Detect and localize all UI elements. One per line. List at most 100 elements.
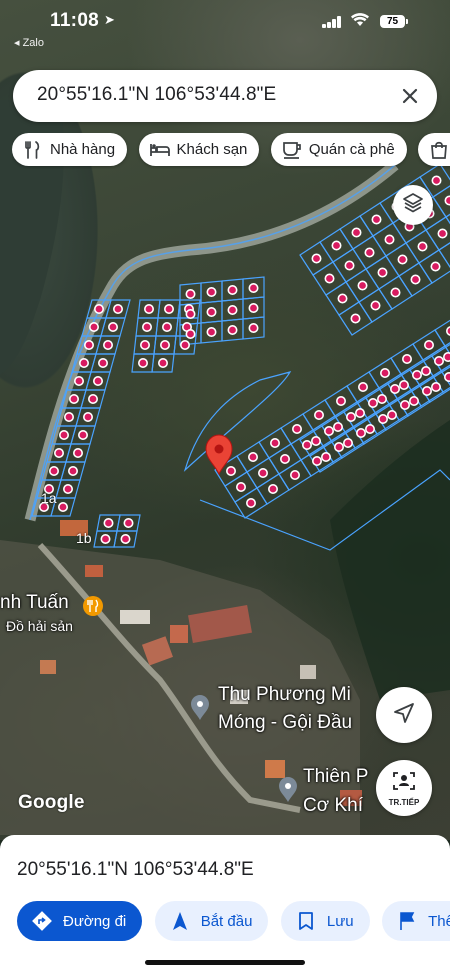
start-label: Bắt đầu xyxy=(200,912,253,930)
land-parcel-marker xyxy=(430,261,441,272)
layers-icon xyxy=(402,192,424,219)
land-parcel-marker xyxy=(206,306,217,317)
land-parcel-marker xyxy=(354,407,365,418)
land-parcel-marker xyxy=(227,284,238,295)
land-parcel-marker xyxy=(333,441,344,452)
chip-cafes[interactable]: Quán cà phê xyxy=(270,133,407,166)
land-parcel-marker xyxy=(342,437,353,448)
land-parcel-marker xyxy=(401,353,412,364)
place-label[interactable]: nh Tuấn xyxy=(0,592,69,614)
place-label[interactable]: Thu Phương Mi xyxy=(218,684,351,706)
category-chips: Nhà hàng Khách sạn Quán cà phê Mu xyxy=(12,133,450,169)
place-label-line2: Cơ Khí xyxy=(303,795,363,816)
land-parcel-marker xyxy=(57,501,68,512)
land-parcel-marker xyxy=(164,303,175,314)
land-parcel-marker xyxy=(420,365,431,376)
save-label: Lưu xyxy=(326,912,354,930)
land-parcel-marker xyxy=(103,339,114,350)
land-parcel-marker xyxy=(227,324,238,335)
street-view-button[interactable]: TR.TIẾP xyxy=(376,760,432,816)
navigation-arrow-icon xyxy=(169,910,191,932)
land-parcel-marker xyxy=(377,267,388,278)
land-parcel-marker xyxy=(74,375,85,386)
land-parcel-marker xyxy=(357,381,368,392)
google-logo: Google xyxy=(18,792,85,813)
status-bar: 11:08 ➤ ◂ Zalo 75 xyxy=(0,0,450,49)
land-parcel-marker xyxy=(248,282,259,293)
bookmark-icon xyxy=(295,910,317,932)
land-parcel-marker xyxy=(206,286,217,297)
directions-button[interactable]: Đường đi xyxy=(17,901,143,941)
chip-restaurants[interactable]: Nhà hàng xyxy=(12,133,128,166)
status-time: 11:08 xyxy=(50,10,100,31)
land-parcel-marker xyxy=(310,435,321,446)
save-button[interactable]: Lưu xyxy=(280,901,370,941)
navigation-arrow-icon xyxy=(393,702,415,729)
land-parcel-marker xyxy=(417,241,428,252)
land-parcel-marker xyxy=(386,409,397,420)
my-location-button[interactable] xyxy=(376,687,432,743)
place-bottom-sheet[interactable]: 20°55'16.1"N 106°53'44.8"E Đường đi Bắt … xyxy=(0,835,450,975)
land-parcel-marker xyxy=(289,469,300,480)
land-parcel-marker xyxy=(69,393,80,404)
land-parcel-marker xyxy=(103,517,114,528)
directions-icon xyxy=(31,910,53,932)
search-bar[interactable]: 20°55'16.1"N 106°53'44.8"E xyxy=(13,70,437,122)
close-icon[interactable] xyxy=(395,81,425,111)
land-parcel-marker xyxy=(423,339,434,350)
land-parcel xyxy=(438,242,450,269)
land-parcel-marker xyxy=(364,247,375,258)
land-parcel-marker xyxy=(323,425,334,436)
land-parcel-marker xyxy=(94,303,105,314)
land-parcel-marker xyxy=(83,411,94,422)
land-parcel-marker xyxy=(120,533,131,544)
land-parcel-marker xyxy=(371,214,382,225)
land-parcel-marker xyxy=(185,328,196,339)
land-parcel-marker xyxy=(376,393,387,404)
land-parcel-marker xyxy=(248,322,259,333)
start-button[interactable]: Bắt đầu xyxy=(154,901,269,941)
battery-tip xyxy=(406,19,408,24)
land-parcel-marker xyxy=(53,447,64,458)
land-parcel-marker xyxy=(162,321,173,332)
land-parcel-marker xyxy=(398,379,409,390)
chip-hotels[interactable]: Khách sạn xyxy=(138,133,260,166)
place-label[interactable]: Thiên P xyxy=(303,766,368,788)
land-parcel-marker xyxy=(226,465,237,476)
land-parcel-marker xyxy=(93,375,104,386)
battery-level: 75 xyxy=(380,15,405,28)
restaurant-icon xyxy=(22,139,44,161)
chip-label: Quán cà phê xyxy=(308,141,395,158)
wifi-icon xyxy=(351,13,369,31)
land-parcel-marker xyxy=(431,175,442,186)
land-parcel-marker xyxy=(301,439,312,450)
land-parcel-marker xyxy=(443,352,450,362)
land-parcel-marker xyxy=(313,409,324,420)
add-label-button[interactable]: Thêm xyxy=(382,901,450,941)
land-parcel-marker xyxy=(279,453,290,464)
land-parcel-marker xyxy=(390,287,401,298)
map-layers-button[interactable] xyxy=(393,185,433,225)
land-parcel-marker xyxy=(355,427,366,438)
cafe-icon xyxy=(281,139,303,161)
land-parcel-marker xyxy=(345,411,356,422)
land-parcel-marker xyxy=(433,355,444,366)
land-parcel-marker xyxy=(399,399,410,410)
land-parcel-marker xyxy=(227,304,238,315)
land-parcel-marker xyxy=(437,228,448,239)
land-parcel-marker xyxy=(58,429,69,440)
directions-label: Đường đi xyxy=(63,912,127,930)
land-parcel-marker xyxy=(248,451,259,462)
back-to-app-link[interactable]: ◂ Zalo xyxy=(14,36,44,49)
land-parcel-marker xyxy=(160,339,171,350)
land-parcel-marker xyxy=(337,293,348,304)
home-indicator xyxy=(145,960,305,965)
shopping-icon xyxy=(428,139,450,161)
land-parcel-marker xyxy=(140,339,151,350)
land-parcel-marker xyxy=(79,357,90,368)
land-parcel-marker xyxy=(331,240,342,251)
location-services-icon: ➤ xyxy=(104,12,115,27)
chip-shopping[interactable]: Mu xyxy=(418,133,450,166)
land-parcel-marker xyxy=(410,274,421,285)
search-query-text[interactable]: 20°55'16.1"N 106°53'44.8"E xyxy=(37,84,276,106)
